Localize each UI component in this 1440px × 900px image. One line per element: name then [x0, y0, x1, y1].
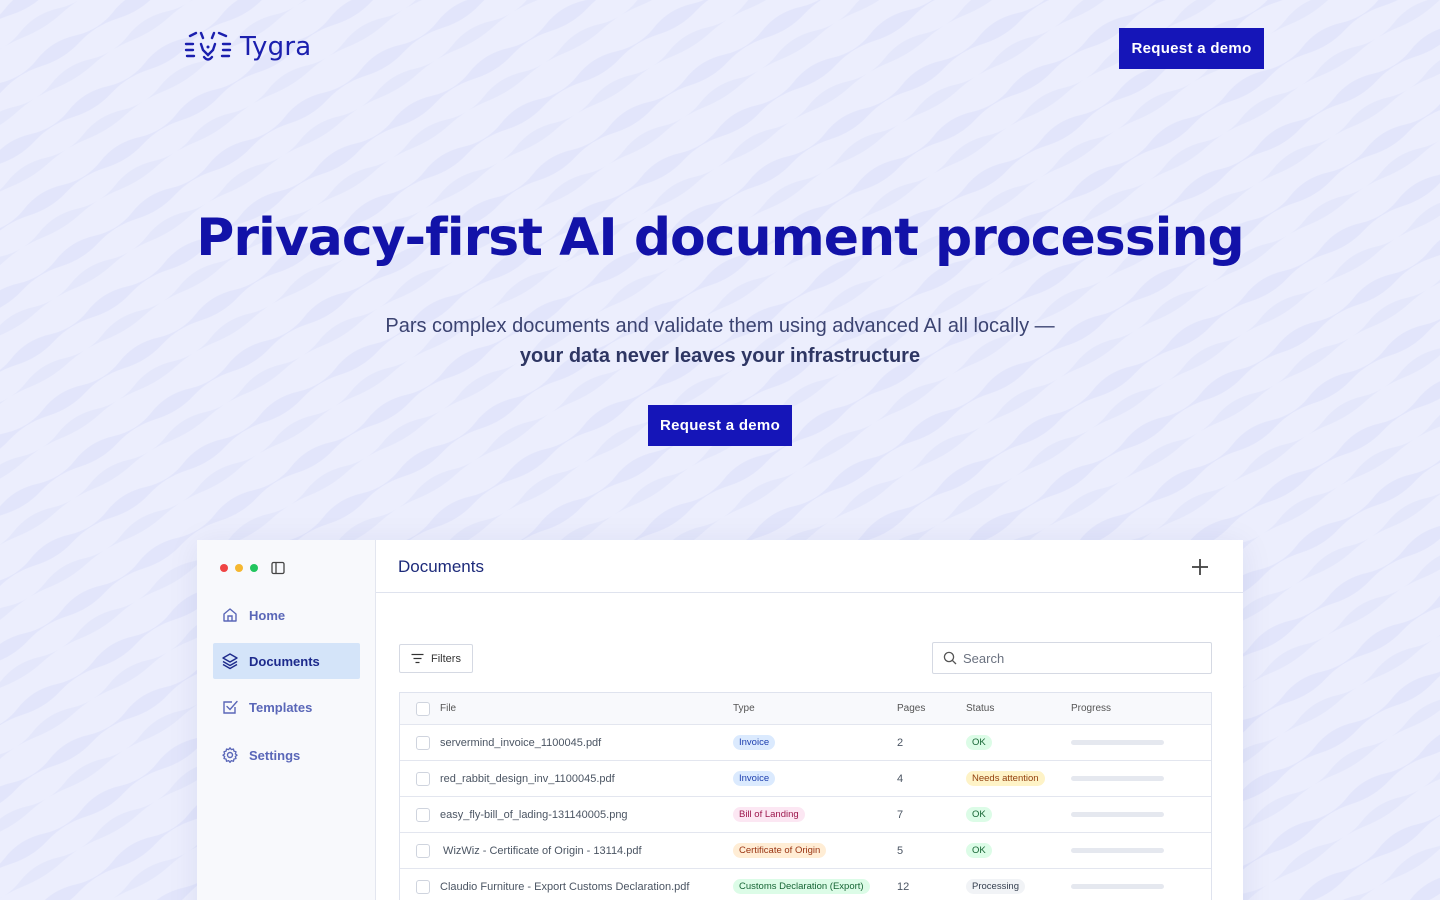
- window-controls: [220, 564, 258, 572]
- file-name: Claudio Furniture - Export Customs Decla…: [440, 880, 690, 893]
- search-field[interactable]: [932, 642, 1212, 674]
- page-count: 7: [897, 808, 904, 821]
- file-name: servermind_invoice_1100045.pdf: [440, 736, 602, 749]
- page-count: 4: [897, 772, 904, 785]
- progress-bar: [1071, 740, 1164, 745]
- tiger-icon: [184, 31, 232, 61]
- layers-icon: [222, 653, 238, 670]
- page-count: 12: [897, 880, 910, 893]
- column-header-pages[interactable]: Pages: [897, 693, 925, 724]
- sidebar-item-label: Documents: [249, 653, 320, 669]
- hero-title: Privacy-first AI document processing: [196, 208, 1244, 268]
- filters-button[interactable]: Filters: [399, 644, 473, 673]
- file-name: red_rabbit_design_inv_1100045.pdf: [440, 772, 615, 785]
- brand-logo[interactable]: Tygra: [184, 30, 311, 64]
- sidebar-item-label: Home: [249, 607, 286, 623]
- progress-bar: [1071, 848, 1164, 853]
- page-count: 5: [897, 844, 904, 857]
- column-header-file[interactable]: File: [440, 693, 456, 724]
- file-name: WizWiz - Certificate of Origin - 13114.p…: [440, 844, 642, 857]
- status-badge: OK: [966, 807, 992, 822]
- column-header-status[interactable]: Status: [966, 693, 994, 724]
- table-row[interactable]: red_rabbit_design_inv_1100045.pdf Invoic…: [400, 761, 1211, 797]
- panel-title: Documents: [398, 557, 484, 576]
- progress-bar: [1071, 884, 1164, 889]
- brand-name: Tygra: [240, 32, 312, 62]
- status-badge: Processing: [966, 879, 1025, 894]
- status-badge: Needs attention: [966, 771, 1045, 786]
- status-badge: OK: [966, 735, 992, 750]
- progress-bar: [1071, 776, 1164, 781]
- table-row[interactable]: easy_fly-bill_of_lading-131140005.png Bi…: [400, 797, 1211, 833]
- sidebar: Home Documents Templates Settings: [197, 540, 376, 900]
- sidebar-item-templates[interactable]: Templates: [213, 689, 360, 725]
- sidebar-item-documents[interactable]: Documents: [213, 643, 360, 679]
- documents-table: File Type Pages Status Progress servermi…: [399, 692, 1212, 900]
- filters-label: Filters: [431, 652, 461, 665]
- sidebar-item-home[interactable]: Home: [213, 597, 360, 633]
- column-header-type[interactable]: Type: [733, 693, 755, 724]
- checkbox-icon: [223, 700, 238, 714]
- select-all-checkbox[interactable]: [416, 701, 430, 716]
- type-badge: Invoice: [733, 771, 776, 786]
- window-maximize-dot[interactable]: [250, 564, 258, 572]
- search-input[interactable]: [963, 650, 1203, 666]
- type-badge: Bill of Landing: [733, 807, 805, 822]
- header-request-demo-button[interactable]: Request a demo: [1119, 28, 1264, 69]
- row-checkbox[interactable]: [416, 879, 430, 894]
- table-row[interactable]: Claudio Furniture - Export Customs Decla…: [400, 869, 1211, 900]
- sidebar-item-label: Settings: [249, 747, 301, 763]
- hero-subtitle-line1: Pars complex documents and validate them…: [385, 315, 1055, 337]
- page-count: 2: [897, 736, 904, 749]
- table-header-row: File Type Pages Status Progress: [400, 693, 1211, 725]
- window-minimize-dot[interactable]: [235, 564, 243, 572]
- column-header-progress[interactable]: Progress: [1071, 693, 1111, 724]
- filter-icon: [411, 653, 424, 664]
- search-icon: [943, 651, 957, 665]
- sidebar-item-label: Templates: [249, 699, 313, 715]
- status-badge: OK: [966, 843, 992, 858]
- file-name: easy_fly-bill_of_lading-131140005.png: [440, 808, 628, 821]
- home-icon: [223, 608, 237, 622]
- row-checkbox[interactable]: [416, 771, 430, 786]
- add-document-icon[interactable]: [1189, 556, 1211, 578]
- panel-header: Documents: [376, 540, 1243, 593]
- type-badge: Customs Declaration (Export): [733, 879, 870, 894]
- type-badge: Certificate of Origin: [733, 843, 827, 858]
- hero-subtitle-line2: your data never leaves your infrastructu…: [519, 345, 921, 367]
- sidebar-item-settings[interactable]: Settings: [213, 737, 360, 773]
- row-checkbox[interactable]: [416, 735, 430, 750]
- table-row[interactable]: servermind_invoice_1100045.pdf Invoice 2…: [400, 725, 1211, 761]
- sidebar-toggle-icon[interactable]: [271, 561, 285, 575]
- hero-request-demo-button[interactable]: Request a demo: [648, 405, 792, 446]
- window-close-dot[interactable]: [220, 564, 228, 572]
- row-checkbox[interactable]: [416, 843, 430, 858]
- documents-panel: Documents Filters Search File Type Pages…: [376, 540, 1243, 900]
- gear-icon: [222, 747, 238, 763]
- hero-subtitle: Pars complex documents and validate them…: [0, 311, 1440, 371]
- type-badge: Invoice: [733, 735, 776, 750]
- progress-bar: [1071, 812, 1164, 817]
- row-checkbox[interactable]: [416, 807, 430, 822]
- app-preview-window: Home Documents Templates Settings Docume…: [197, 540, 1243, 900]
- table-row[interactable]: WizWiz - Certificate of Origin - 13114.p…: [400, 833, 1211, 869]
